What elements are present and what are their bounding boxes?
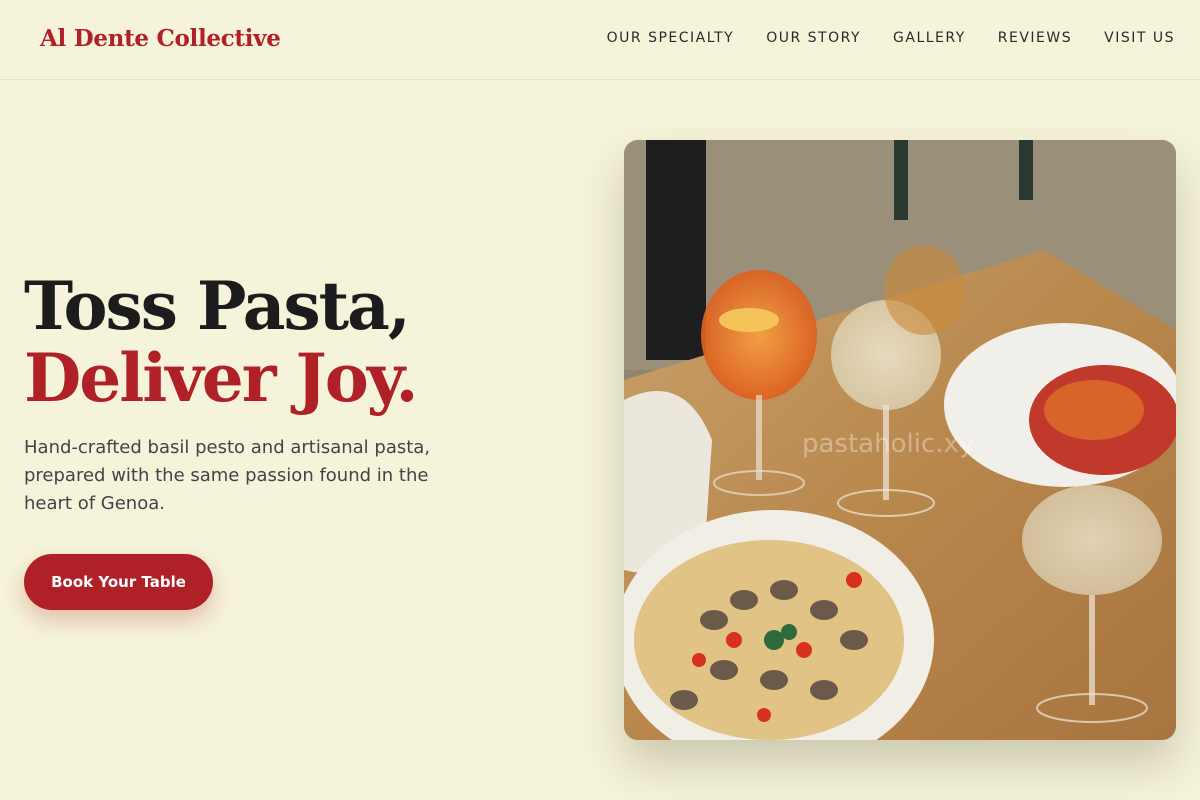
hero-subtext: Hand-crafted basil pesto and artisanal p… bbox=[24, 437, 431, 514]
nav-our-story[interactable]: OUR STORY bbox=[766, 30, 861, 46]
nav-visit-us[interactable]: VISIT US bbox=[1104, 30, 1175, 46]
nav-reviews[interactable]: REVIEWS bbox=[998, 30, 1072, 46]
main-nav: OUR SPECIALTY OUR STORY GALLERY REVIEWS … bbox=[607, 30, 1175, 46]
nav-our-specialty[interactable]: OUR SPECIALTY bbox=[607, 30, 735, 46]
image-watermark: pastaholic.xy bbox=[802, 429, 974, 459]
hero-image: pastaholic.xy bbox=[624, 140, 1176, 740]
book-table-button[interactable]: Book Your Table bbox=[24, 554, 213, 610]
pasta-table-photo: pastaholic.xy bbox=[624, 140, 1176, 740]
site-header: Al Dente Collective OUR SPECIALTY OUR ST… bbox=[0, 0, 1200, 80]
headline-line-2: Deliver Joy. bbox=[24, 339, 418, 417]
hero-headline: Toss Pasta, Deliver Joy. bbox=[24, 270, 524, 414]
brand-logo[interactable]: Al Dente Collective bbox=[40, 25, 281, 52]
hero-copy: Toss Pasta, Deliver Joy. Hand-crafted ba… bbox=[24, 270, 524, 518]
nav-gallery[interactable]: GALLERY bbox=[893, 30, 966, 46]
headline-line-1: Toss Pasta, bbox=[24, 267, 411, 345]
